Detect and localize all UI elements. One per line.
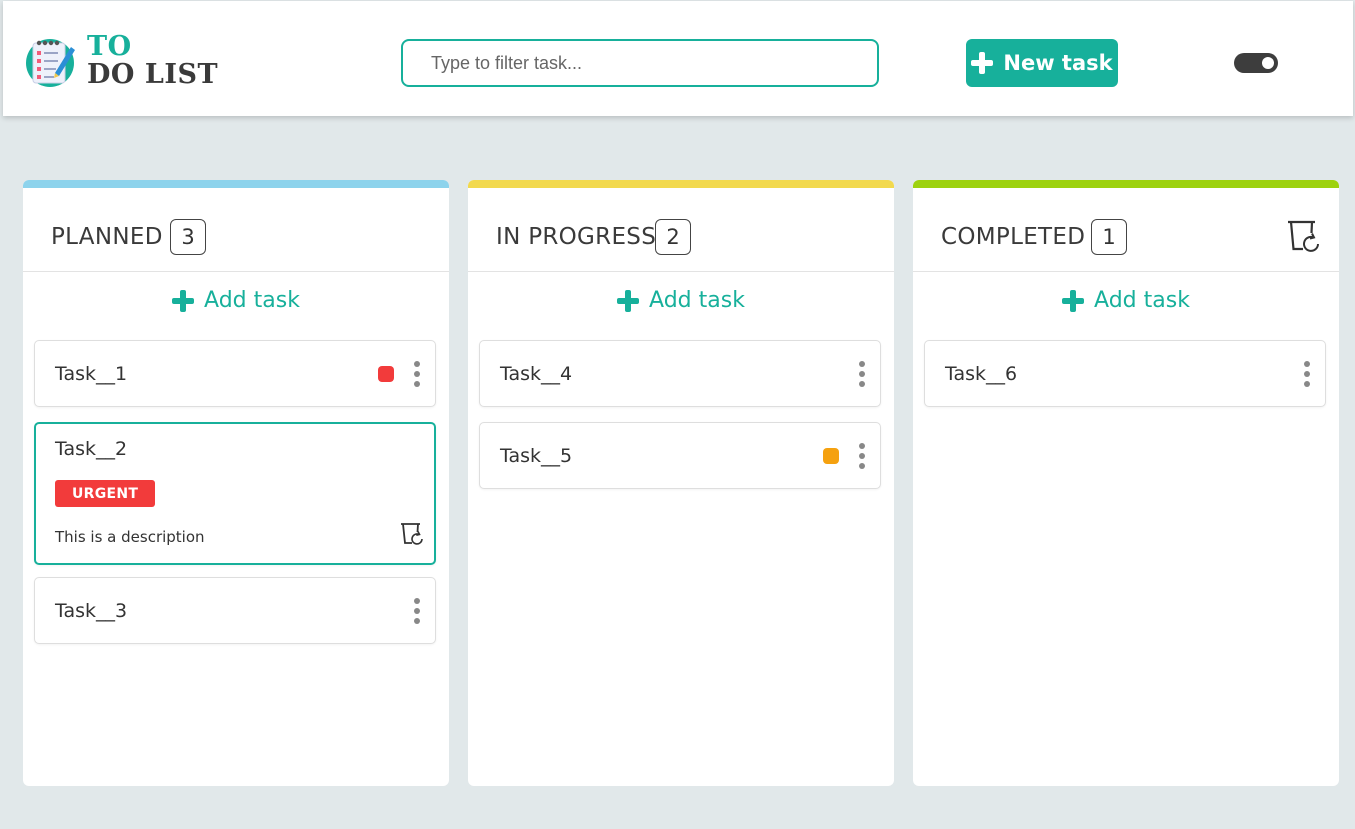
task-description: This is a description [55, 528, 205, 546]
task-card[interactable]: Task__1 [34, 340, 436, 407]
add-task-label: Add task [204, 288, 300, 313]
column-header: PLANNED 3 [23, 188, 449, 272]
add-task-button[interactable]: Add task [468, 288, 894, 313]
column-color-bar [23, 180, 449, 188]
priority-indicator [378, 366, 394, 382]
add-task-button[interactable]: Add task [913, 288, 1339, 313]
app-title: TO DO LIST [87, 33, 218, 89]
column-header: IN PROGRESS 2 [468, 188, 894, 272]
new-task-button[interactable]: New task [966, 39, 1118, 87]
new-task-label: New task [1003, 51, 1113, 75]
priority-indicator [823, 448, 839, 464]
more-options-icon[interactable] [411, 598, 423, 624]
app-logo: TO DO LIST [25, 33, 245, 95]
search-input[interactable] [401, 39, 879, 87]
more-options-icon[interactable] [856, 361, 868, 387]
column-color-bar [468, 180, 894, 188]
task-title: Task__6 [945, 363, 1018, 385]
plus-icon [1062, 289, 1085, 312]
task-card[interactable]: Task__3 [34, 577, 436, 644]
column-header: COMPLETED 1 [913, 188, 1339, 272]
more-options-icon[interactable] [411, 361, 423, 387]
task-card[interactable]: Task__4 [479, 340, 881, 407]
plus-icon [971, 52, 994, 74]
add-task-button[interactable]: Add task [23, 288, 449, 313]
task-title: Task__1 [55, 363, 128, 385]
column-title: PLANNED [51, 224, 163, 250]
notepad-icon [26, 39, 75, 87]
column-planned: PLANNED 3 Add task Task__1 Task__2 URGEN… [23, 180, 449, 786]
task-title: Task__3 [55, 600, 128, 622]
task-count-badge: 2 [655, 219, 691, 255]
task-count-badge: 3 [170, 219, 206, 255]
theme-toggle[interactable] [1234, 53, 1278, 73]
task-title: Task__4 [500, 363, 573, 385]
plus-icon [617, 289, 640, 312]
column-title: COMPLETED [941, 224, 1086, 250]
task-title: Task__5 [500, 445, 573, 467]
column-title: IN PROGRESS [496, 224, 657, 250]
add-task-label: Add task [1094, 288, 1190, 313]
more-options-icon[interactable] [856, 443, 868, 469]
trash-restore-icon[interactable] [1285, 218, 1321, 256]
task-title: Task__2 [55, 438, 128, 460]
app-title-line2: DO LIST [87, 59, 219, 90]
column-color-bar [913, 180, 1339, 188]
plus-icon [172, 289, 195, 312]
urgent-badge: URGENT [55, 480, 156, 507]
more-options-icon[interactable] [1301, 361, 1313, 387]
task-card-expanded[interactable]: Task__2 URGENT This is a description [34, 422, 436, 565]
task-card[interactable]: Task__6 [924, 340, 1326, 407]
column-completed: COMPLETED 1 Add task Task__6 [913, 180, 1339, 786]
app-header: TO DO LIST New task [3, 1, 1353, 116]
toggle-knob [1262, 57, 1274, 69]
app-title-line1: TO [87, 31, 132, 62]
task-count-badge: 1 [1091, 219, 1127, 255]
trash-restore-icon[interactable] [398, 520, 426, 548]
add-task-label: Add task [649, 288, 745, 313]
column-in-progress: IN PROGRESS 2 Add task Task__4 Task__5 [468, 180, 894, 786]
task-card[interactable]: Task__5 [479, 422, 881, 489]
